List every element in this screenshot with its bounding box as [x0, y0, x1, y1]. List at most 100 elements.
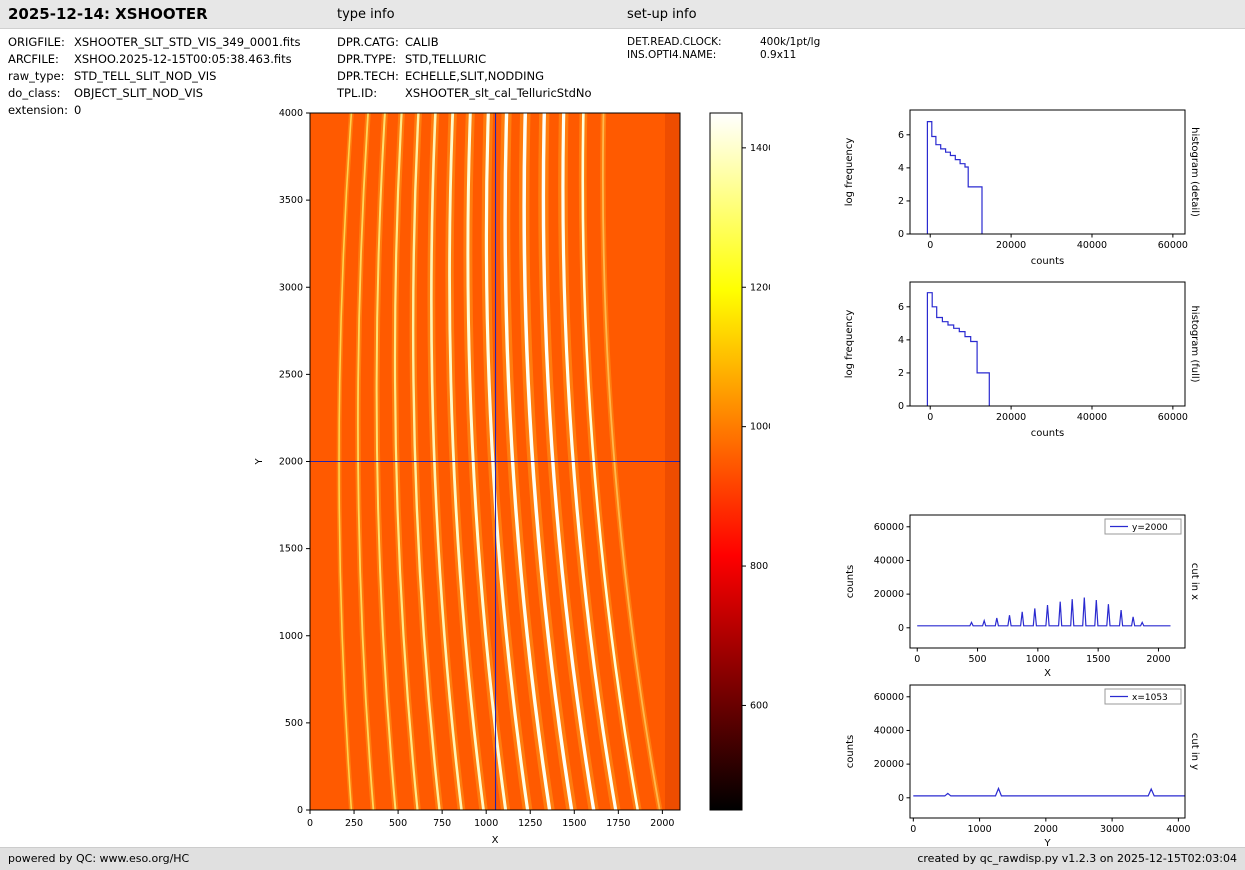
setup-info-block: DET.READ.CLOCK:400k/1pt/lg INS.OPTI4.NAM…: [627, 36, 820, 62]
x-tick-label: 20000: [996, 412, 1026, 423]
footer-bar: powered by QC: www.eso.org/HC created by…: [0, 847, 1245, 870]
x-tick-label: 40000: [1077, 412, 1107, 423]
colorbar-tick-label: 1200: [750, 282, 770, 293]
metadata-label: raw_type:: [8, 68, 74, 85]
x-tick-label: 40000: [1077, 240, 1107, 251]
x-axis-label: counts: [1031, 428, 1064, 439]
x-tick-label: 1000: [474, 818, 498, 829]
right-side-label: histogram (detail): [1189, 127, 1200, 217]
histogram-detail-plot: 02000040000600000246countslog frequencyh…: [840, 98, 1245, 283]
y-tick-label: 2: [898, 196, 904, 207]
metadata-row: DPR.TYPE:STD,TELLURIC: [337, 51, 592, 68]
metadata-value: ECHELLE,SLIT,NODDING: [405, 69, 544, 83]
metadata-row: ARCFILE:XSHOO.2025-12-15T00:05:38.463.fi…: [8, 51, 300, 68]
legend-label: x=1053: [1132, 693, 1168, 703]
y-axis-label: counts: [845, 735, 856, 768]
type-info-heading: type info: [337, 7, 395, 22]
type-info-block: DPR.CATG:CALIB DPR.TYPE:STD,TELLURIC DPR…: [337, 34, 592, 102]
x-tick-label: 0: [307, 818, 313, 829]
y-axis-label: log frequency: [844, 138, 855, 207]
x-tick-label: 1000: [967, 824, 991, 835]
metadata-label: DPR.TYPE:: [337, 51, 405, 68]
footer-created-by: created by qc_rawdisp.py v1.2.3 on 2025-…: [917, 848, 1237, 869]
metadata-value: XSHOO.2025-12-15T00:05:38.463.fits: [74, 52, 292, 66]
page-title: 2025-12-14: XSHOOTER: [8, 5, 208, 23]
qc-report-page: 2025-12-14: XSHOOTER type info set-up in…: [0, 0, 1245, 870]
y-tick-label: 60000: [874, 522, 904, 533]
y-tick-label: 3500: [279, 195, 303, 206]
colorbar-tick-label: 800: [750, 561, 768, 572]
y-tick-label: 4000: [279, 108, 303, 119]
metadata-value: CALIB: [405, 35, 439, 49]
footer-powered-by: powered by QC: www.eso.org/HC: [8, 848, 189, 869]
y-tick-label: 20000: [874, 589, 904, 600]
y-tick-label: 0: [898, 623, 904, 634]
x-tick-label: 500: [968, 654, 986, 665]
metadata-row: DET.READ.CLOCK:400k/1pt/lg: [627, 36, 820, 49]
right-side-label: histogram (full): [1189, 305, 1200, 382]
y-tick-label: 4: [898, 335, 904, 346]
x-tick-label: 2000: [650, 818, 674, 829]
x-tick-label: 0: [927, 240, 933, 251]
metadata-label: DPR.TECH:: [337, 68, 405, 85]
x-tick-label: 250: [345, 818, 363, 829]
colorbar: [710, 113, 742, 810]
metadata-row: raw_type:STD_TELL_SLIT_NOD_VIS: [8, 68, 300, 85]
metadata-value: STD_TELL_SLIT_NOD_VIS: [74, 69, 216, 83]
x-tick-label: 1750: [606, 818, 630, 829]
y-axis-label: log frequency: [844, 310, 855, 379]
y-tick-label: 4: [898, 163, 904, 174]
y-tick-label: 0: [898, 401, 904, 412]
y-tick-label: 1500: [279, 544, 303, 555]
x-tick-label: 750: [433, 818, 451, 829]
x-tick-label: 500: [389, 818, 407, 829]
cut-in-y-plot: 010002000300040000200004000060000Ycounts…: [840, 673, 1245, 863]
x-tick-label: 1250: [518, 818, 542, 829]
x-tick-label: 1500: [1086, 654, 1110, 665]
metadata-row: INS.OPTI4.NAME:0.9x11: [627, 49, 820, 62]
x-tick-label: 1000: [1026, 654, 1050, 665]
metadata-label: do_class:: [8, 85, 74, 102]
x-tick-label: 2000: [1146, 654, 1170, 665]
plot-background: [910, 515, 1185, 648]
metadata-value: 0.9x11: [760, 49, 796, 61]
metadata-value: 0: [74, 103, 81, 117]
x-axis-label: counts: [1031, 256, 1064, 267]
plot-background: [910, 110, 1185, 234]
metadata-label: extension:: [8, 102, 74, 119]
y-tick-label: 1000: [279, 631, 303, 642]
plot-background: [910, 685, 1185, 818]
metadata-row: DPR.CATG:CALIB: [337, 34, 592, 51]
y-tick-label: 0: [898, 229, 904, 240]
metadata-row: DPR.TECH:ECHELLE,SLIT,NODDING: [337, 68, 592, 85]
x-axis-label: X: [492, 835, 499, 846]
y-tick-label: 0: [297, 805, 303, 816]
x-tick-label: 0: [927, 412, 933, 423]
y-tick-label: 2500: [279, 369, 303, 380]
raw-frame-plot: 0 250 500 750 1000 1250 1500 1750 2000 0 500 1000 15…: [240, 95, 770, 870]
x-tick-label: 1500: [562, 818, 586, 829]
x-tick-label: 4000: [1166, 824, 1190, 835]
metadata-label: INS.OPTI4.NAME:: [627, 49, 760, 62]
histogram-full-plot: 0 20000 40000 60000 0 2 4 6 counts log frequency h…: [840, 270, 1245, 455]
y-tick-label: 6: [898, 302, 904, 313]
metadata-label: ORIGFILE:: [8, 34, 74, 51]
y-tick-label: 60000: [874, 692, 904, 703]
right-side-label: cut in y: [1189, 733, 1200, 770]
colorbar-tick-label: 1400: [750, 143, 770, 154]
y-tick-label: 500: [285, 718, 303, 729]
x-tick-label: 60000: [1158, 240, 1188, 251]
x-tick-label: 20000: [996, 240, 1026, 251]
metadata-label: DET.READ.CLOCK:: [627, 36, 760, 49]
y-axis-label: Y: [254, 458, 265, 466]
metadata-value: STD,TELLURIC: [405, 52, 486, 66]
y-tick-label: 40000: [874, 555, 904, 566]
metadata-label: ARCFILE:: [8, 51, 74, 68]
y-tick-label: 2: [898, 368, 904, 379]
cut-in-x-plot: 05001000150020000200004000060000Xcountsc…: [840, 503, 1245, 693]
x-tick-label: 0: [910, 824, 916, 835]
y-tick-label: 40000: [874, 725, 904, 736]
right-side-label: cut in x: [1189, 563, 1200, 600]
x-tick-label: 60000: [1158, 412, 1188, 423]
y-tick-label: 0: [898, 793, 904, 804]
